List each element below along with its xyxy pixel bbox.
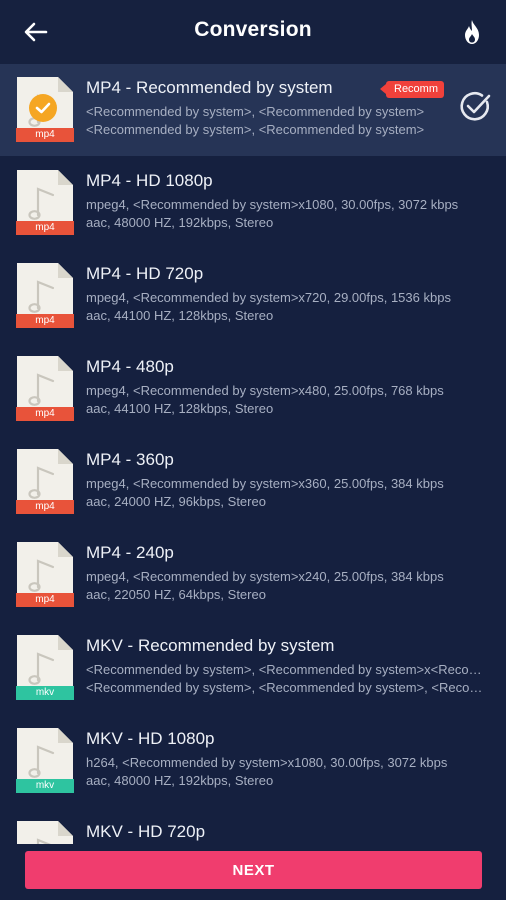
video-spec: mpeg4, <Recommended by system>x480, 25.0…: [86, 383, 444, 398]
video-spec: mpeg4, <Recommended by system>x360, 25.0…: [86, 476, 444, 491]
format-name: MP4 - HD 1080p: [86, 171, 213, 190]
format-tag: mp4: [35, 315, 55, 326]
format-tag: mkv: [35, 780, 55, 791]
check-badge-icon: [29, 94, 57, 122]
page-title: Conversion: [194, 18, 312, 41]
format-item[interactable]: mp4 MP4 - HD 1080p mpeg4, <Recommended by …: [0, 157, 506, 249]
top-bar: Conversion: [0, 0, 506, 64]
format-tag: mp4: [35, 222, 55, 233]
recommended-badge: Recomm: [379, 81, 445, 98]
format-name: MKV - HD 1080p: [86, 729, 215, 748]
format-thumbnail: mp4: [16, 76, 74, 142]
video-spec: mpeg4, <Recommended by system>x1080, 30.…: [86, 197, 459, 212]
flame-icon[interactable]: [460, 18, 484, 46]
format-thumbnail: mp4: [16, 448, 74, 514]
format-thumbnail: mkv: [16, 727, 74, 793]
format-tag: mkv: [35, 687, 55, 698]
format-name: MP4 - 360p: [86, 450, 174, 469]
format-item[interactable]: mkv MKV - HD 720p: [0, 808, 506, 844]
format-thumbnail: mp4: [16, 169, 74, 235]
format-item[interactable]: mp4 MP4 - 480p mpeg4, <Recommended by syst…: [0, 343, 506, 435]
file-icon: [17, 821, 73, 844]
video-spec: mpeg4, <Recommended by system>x240, 25.0…: [86, 569, 444, 584]
format-tag: mp4: [35, 408, 55, 419]
format-tag: mp4: [35, 594, 55, 605]
format-name: MKV - Recommended by system: [86, 636, 335, 655]
format-thumbnail: mp4: [16, 262, 74, 328]
video-spec: mpeg4, <Recommended by system>x720, 29.0…: [86, 290, 451, 305]
format-tag: mp4: [35, 501, 55, 512]
format-item[interactable]: mkv MKV - Recommended by system <Recommend…: [0, 622, 506, 714]
audio-spec: <Recommended by system>, <Recommended by…: [86, 680, 490, 695]
video-spec: <Recommended by system>, <Recommended by…: [86, 662, 490, 677]
format-item[interactable]: mkv MKV - HD 1080p h264, <Recommended by s…: [0, 715, 506, 807]
next-button[interactable]: NEXT: [25, 851, 482, 889]
audio-spec: aac, 44100 HZ, 128kbps, Stereo: [86, 401, 274, 416]
format-item[interactable]: mp4 MP4 - 360p mpeg4, <Recommended by syst…: [0, 436, 506, 528]
audio-spec: aac, 48000 HZ, 192kbps, Stereo: [86, 773, 274, 788]
audio-spec: <Recommended by system>, <Recommended by…: [86, 122, 425, 137]
audio-spec: aac, 48000 HZ, 192kbps, Stereo: [86, 215, 274, 230]
format-name: MP4 - 240p: [86, 543, 174, 562]
audio-spec: aac, 22050 HZ, 64kbps, Stereo: [86, 587, 266, 602]
audio-spec: aac, 24000 HZ, 96kbps, Stereo: [86, 494, 266, 509]
audio-spec: aac, 44100 HZ, 128kbps, Stereo: [86, 308, 274, 323]
video-spec: <Recommended by system>, <Recommended by…: [86, 104, 425, 119]
format-item[interactable]: mp4 MP4 - Recommended by system Recomm <Rec…: [0, 64, 506, 156]
video-spec: h264, <Recommended by system>x1080, 30.0…: [86, 755, 448, 770]
format-name: MP4 - Recommended by system: [86, 78, 333, 97]
format-name: MP4 - 480p: [86, 357, 174, 376]
bottom-bar: NEXT: [0, 844, 506, 900]
format-name: MP4 - HD 720p: [86, 264, 204, 283]
format-tag: mp4: [35, 129, 55, 140]
format-name: MKV - HD 720p: [86, 822, 206, 841]
format-item[interactable]: mp4 MP4 - 240p mpeg4, <Recommended by syst…: [0, 529, 506, 621]
selected-check-icon: [460, 92, 491, 121]
format-thumbnail: mkv: [16, 634, 74, 700]
format-list: mp4 MP4 - Recommended by system Recomm <Rec…: [0, 64, 506, 844]
format-thumbnail: mkv: [16, 820, 74, 844]
format-thumbnail: mp4: [16, 541, 74, 607]
format-item[interactable]: mp4 MP4 - HD 720p mpeg4, <Recommended by s…: [0, 250, 506, 342]
format-thumbnail: mp4: [16, 355, 74, 421]
